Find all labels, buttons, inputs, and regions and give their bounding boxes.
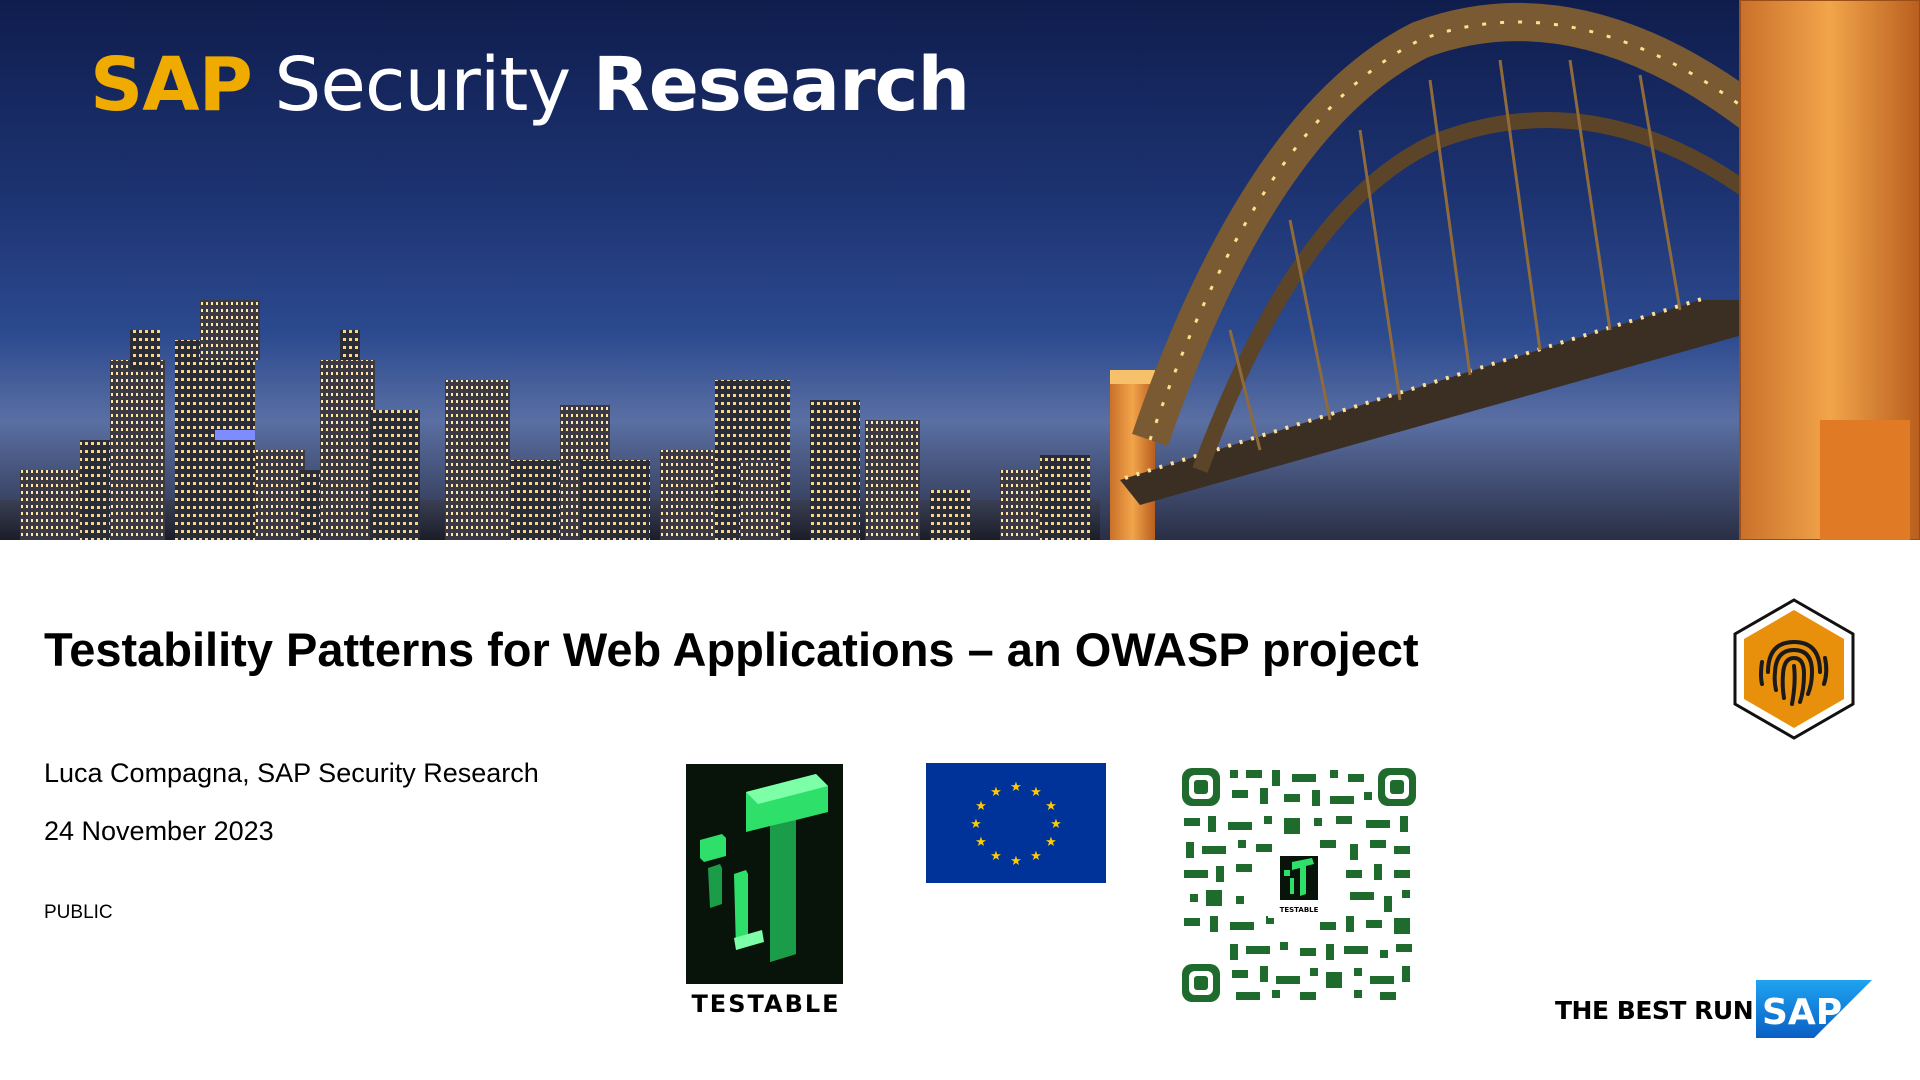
- tagline: THE BEST RUN: [1555, 996, 1754, 1025]
- qr-code: TESTABLE: [1180, 766, 1418, 1004]
- svg-text:★: ★: [1010, 780, 1022, 795]
- fingerprint-badge: [1732, 598, 1856, 740]
- date-line: 24 November 2023: [44, 816, 274, 846]
- sap-logo-icon: SAP: [1756, 980, 1872, 1038]
- brand-title: SAP Security Research: [90, 48, 970, 122]
- brand-security: Security: [274, 42, 571, 128]
- eu-flag: ★ ★ ★ ★ ★ ★ ★ ★ ★ ★ ★ ★: [926, 763, 1106, 883]
- classification-label: PUBLIC: [44, 902, 113, 923]
- author-line: Luca Compagna, SAP Security Research: [44, 758, 539, 788]
- testable-logo: [686, 764, 843, 984]
- svg-text:★: ★: [970, 817, 982, 832]
- svg-text:★: ★: [990, 849, 1002, 864]
- svg-text:★: ★: [990, 785, 1002, 800]
- svg-text:★: ★: [975, 799, 987, 814]
- svg-text:★: ★: [1030, 785, 1042, 800]
- qr-code-icon: TESTABLE: [1182, 768, 1416, 1002]
- fingerprint-icon: [1733, 598, 1855, 740]
- hero-banner: SAP Security Research: [0, 0, 1920, 540]
- sap-logo-text: SAP: [1762, 992, 1842, 1033]
- qr-center-label: TESTABLE: [1280, 906, 1319, 914]
- svg-text:★: ★: [1010, 854, 1022, 869]
- svg-text:★: ★: [1045, 835, 1057, 850]
- svg-text:★: ★: [1030, 849, 1042, 864]
- testable-logo-icon: [700, 774, 828, 962]
- svg-text:★: ★: [1050, 817, 1062, 832]
- eu-flag-icon: ★ ★ ★ ★ ★ ★ ★ ★ ★ ★ ★ ★: [970, 780, 1062, 869]
- slide-title: Testability Patterns for Web Application…: [44, 623, 1419, 676]
- svg-text:★: ★: [975, 835, 987, 850]
- testable-caption: TESTABLE: [691, 990, 841, 1018]
- brand-research: Research: [592, 42, 970, 128]
- brand-sap: SAP: [90, 42, 253, 128]
- sap-logo: SAP: [1756, 980, 1872, 1038]
- svg-text:★: ★: [1045, 799, 1057, 814]
